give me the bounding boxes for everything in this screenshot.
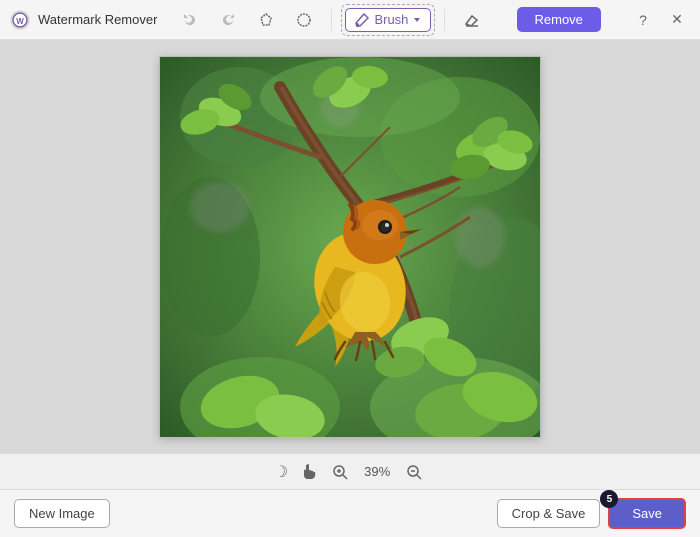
title-bar: W Watermark Remover Brush (0, 0, 700, 40)
pan-tool-icon: ☽ (274, 462, 288, 482)
save-button-wrapper: 5 Save (608, 498, 686, 529)
save-button[interactable]: Save (608, 498, 686, 529)
image-container (159, 56, 541, 438)
chevron-down-icon (412, 15, 422, 25)
lasso-tool-button[interactable] (251, 6, 281, 34)
bird-image (160, 57, 540, 437)
polygon-tool-button[interactable] (289, 6, 319, 34)
eraser-tool-button[interactable] (457, 6, 487, 34)
svg-text:W: W (16, 17, 24, 26)
zoom-out-button[interactable] (402, 460, 426, 484)
redo-button[interactable] (213, 6, 243, 34)
toolbar-divider-2 (444, 9, 445, 31)
app-title: Watermark Remover (38, 12, 157, 27)
footer-right: Crop & Save 5 Save (497, 498, 686, 529)
zoom-level-display: 39% (364, 464, 390, 479)
app-logo-icon: W (10, 10, 30, 30)
footer: New Image Crop & Save 5 Save (0, 489, 700, 537)
zoom-toolbar: ☽ 39% (0, 453, 700, 489)
help-button[interactable]: ? (630, 7, 656, 33)
close-button[interactable]: ✕ (664, 7, 690, 33)
brush-label: Brush (374, 12, 408, 27)
new-image-button[interactable]: New Image (14, 499, 110, 528)
hand-cursor-icon (300, 464, 316, 480)
brush-tool-wrapper: Brush (344, 7, 432, 33)
crop-save-button[interactable]: Crop & Save (497, 499, 601, 528)
canvas-area (0, 40, 700, 453)
toolbar-divider-1 (331, 9, 332, 31)
undo-button[interactable] (175, 6, 205, 34)
remove-button[interactable]: Remove (517, 7, 601, 32)
brush-dropdown-button[interactable]: Brush (345, 8, 431, 32)
zoom-in-button[interactable] (328, 460, 352, 484)
